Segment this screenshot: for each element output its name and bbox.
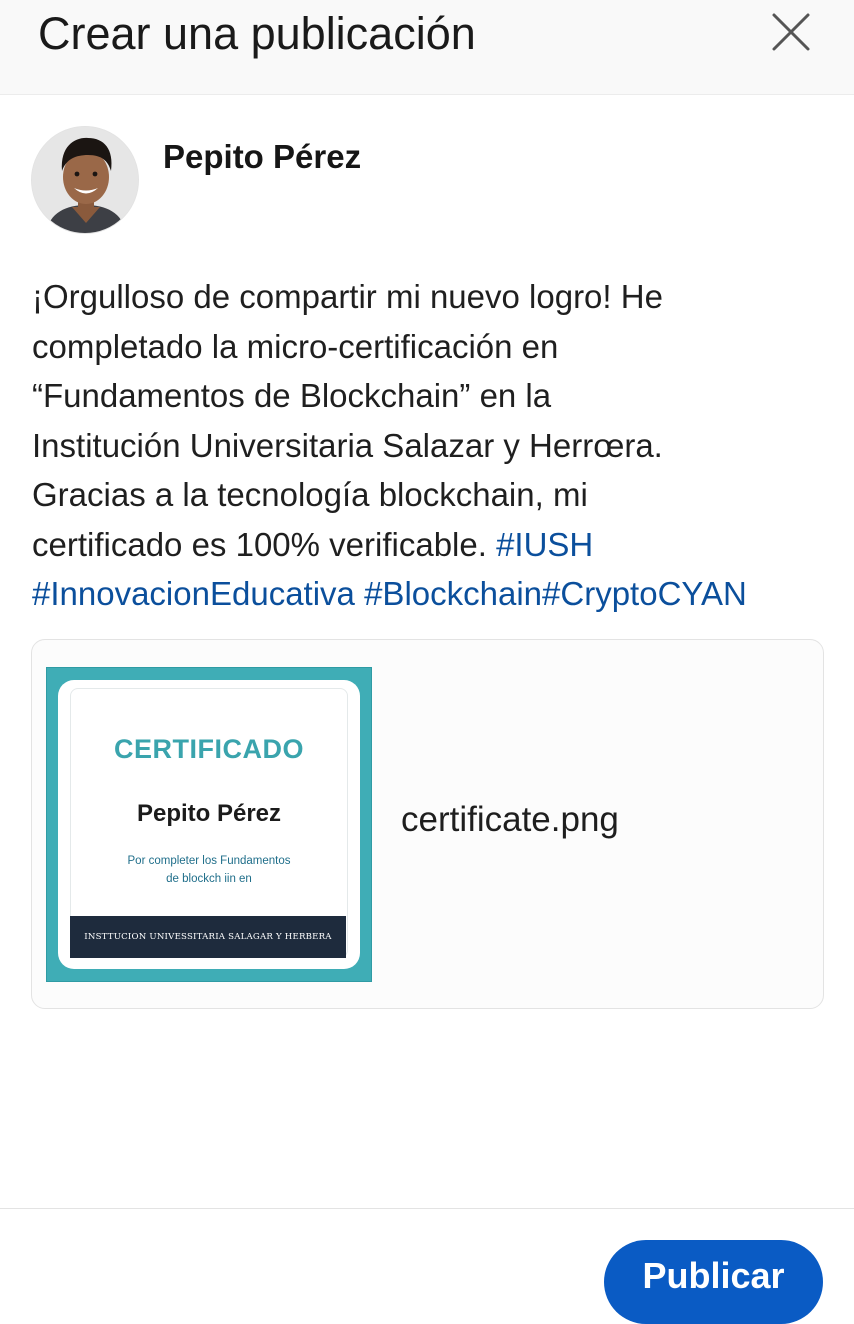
post-text-line: Gracias a la tecnología blockchain, mi — [32, 476, 588, 513]
hashtag-iush[interactable]: #IUSH — [496, 526, 593, 563]
hashtag-blockchain[interactable]: #Blockchain — [364, 575, 542, 612]
author-name[interactable]: Pepito Pérez — [163, 138, 361, 176]
post-author: Pepito Pérez — [31, 126, 531, 236]
post-text[interactable]: ¡Orgulloso de compartir mi nuevo logro! … — [32, 272, 854, 617]
user-avatar-icon — [32, 127, 138, 233]
post-text-line: certificado es 100% verificable. #IUSH — [32, 520, 854, 570]
certificate-card: CERTIFICADO Pepito Pérez Por completer l… — [58, 680, 360, 969]
close-icon — [772, 13, 810, 51]
certificate-institution: INSTTUCION UNIVESSITARIA SALAGAR Y HERBE… — [70, 916, 346, 958]
post-hashtags-line: #InnovacionEducativa #Blockchain#CryptoC… — [32, 569, 854, 617]
post-text-line: ¡Orgulloso de compartir mi nuevo logro! … — [32, 278, 663, 315]
post-text-fragment: certificado es 100% verificable. — [32, 525, 497, 563]
certificate-heading: CERTIFICADO — [114, 734, 304, 764]
hashtag-crypto[interactable]: #CryptoCYAN — [542, 575, 747, 612]
attachment-filename: certificate.png — [401, 800, 619, 839]
close-button[interactable] — [766, 8, 816, 56]
footer-divider — [0, 1208, 854, 1209]
dialog-title: Crear una publicación — [38, 8, 476, 59]
publish-button[interactable]: Publicar — [604, 1240, 823, 1324]
post-text-line: Institución Universitaria Salazar y Herr… — [32, 426, 663, 464]
post-text-line: completado la micro-certificación en — [32, 327, 559, 365]
dialog-header: Crear una publicación — [0, 0, 854, 95]
certificate-thumbnail: CERTIFICADO Pepito Pérez Por completer l… — [46, 667, 372, 982]
certificate-desc-line: de blockch iin en — [166, 873, 252, 885]
certificate-description: Por completer los Fundamentos de blockch… — [98, 852, 320, 888]
avatar — [31, 126, 139, 234]
certificate-name: Pepito Pérez — [136, 800, 282, 827]
hashtag-innovacion[interactable]: #InnovacionEducativa — [32, 575, 355, 612]
attachment-card[interactable]: CERTIFICADO Pepito Pérez Por completer l… — [31, 639, 824, 1009]
certificate-desc-line: Por completer los Fundamentos — [127, 855, 291, 867]
post-text-line: “Fundamentos de Blockchain” en la — [32, 377, 552, 414]
